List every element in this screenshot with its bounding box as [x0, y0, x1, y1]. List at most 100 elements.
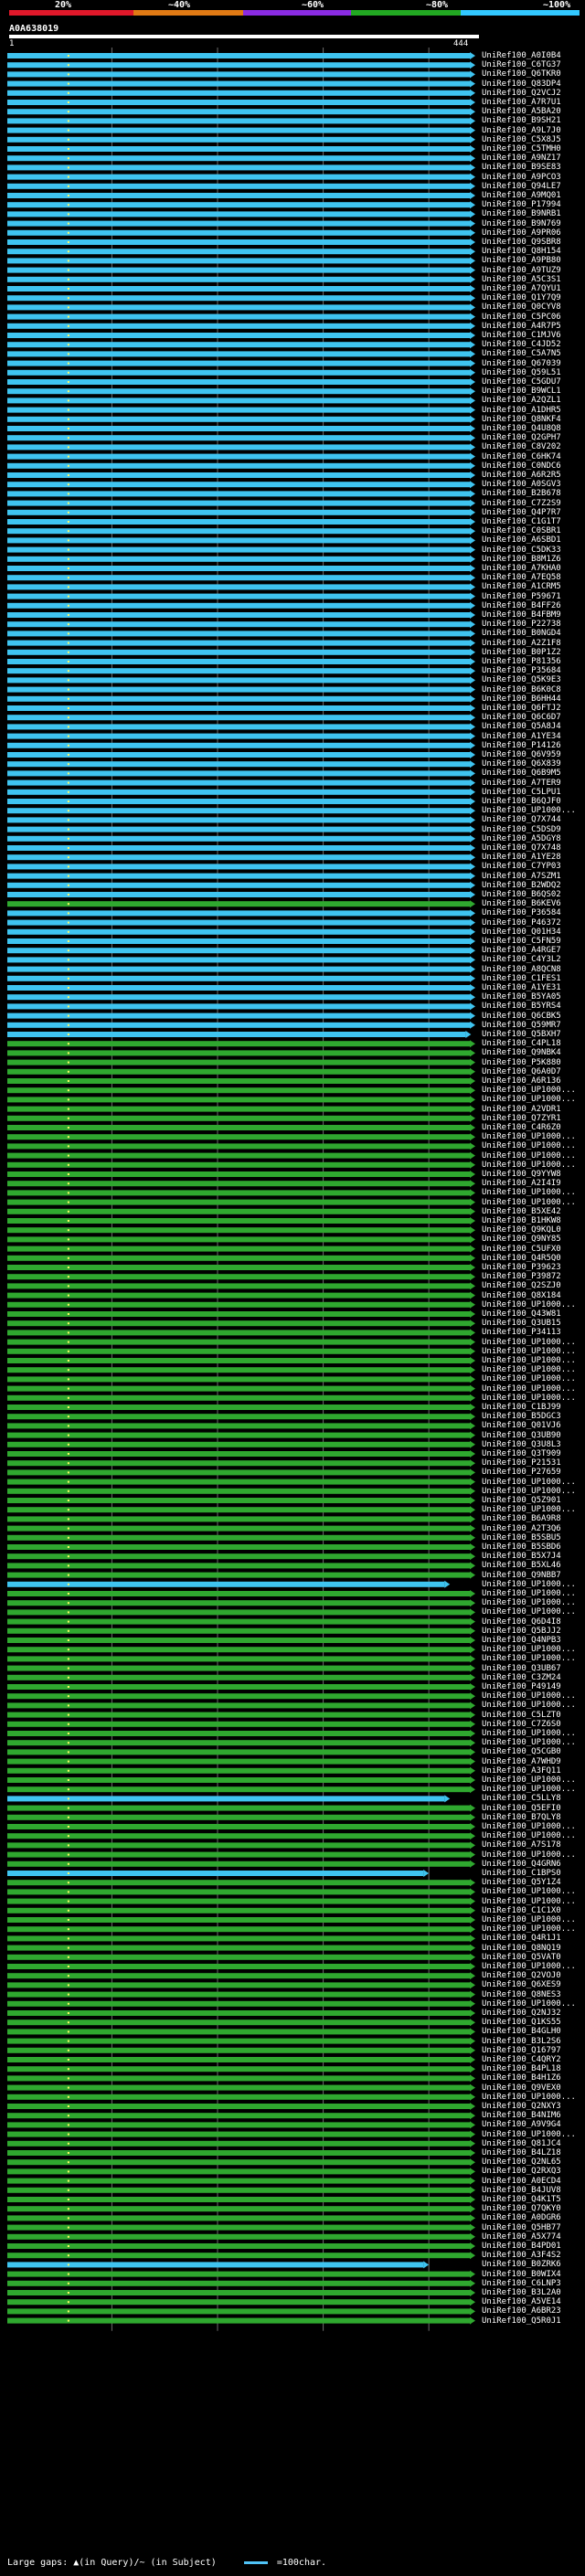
hit-bar[interactable]	[7, 1367, 470, 1373]
hit-bar[interactable]	[7, 1292, 470, 1299]
hit-label[interactable]: UniRef100_B4LZ18	[482, 2148, 561, 2157]
hit-label[interactable]: UniRef100_UP1000...	[482, 1589, 576, 1598]
hit-bar[interactable]	[7, 1301, 470, 1308]
hit-bar[interactable]	[7, 2000, 470, 2007]
hit-bar[interactable]	[7, 333, 470, 338]
hit-label[interactable]: UniRef100_C7Z2S9	[482, 499, 561, 508]
hit-label[interactable]: UniRef100_Q59MR7	[482, 1021, 561, 1030]
hit-bar[interactable]	[7, 882, 470, 888]
hit-bar[interactable]	[7, 369, 470, 376]
hit-bar[interactable]	[7, 1544, 470, 1550]
hit-bar[interactable]	[7, 267, 470, 273]
hit-label[interactable]: UniRef100_A6R2R5	[482, 471, 561, 480]
hit-label[interactable]: UniRef100_UP1000...	[482, 1198, 576, 1207]
hit-bar[interactable]	[7, 761, 470, 768]
hit-label[interactable]: UniRef100_C5UFX0	[482, 1245, 561, 1254]
hit-bar[interactable]	[7, 695, 470, 702]
hit-label[interactable]: UniRef100_Q5Y1Z4	[482, 1878, 561, 1887]
hit-label[interactable]: UniRef100_UP1000...	[482, 1598, 576, 1607]
hit-label[interactable]: UniRef100_Q7QKY0	[482, 2204, 561, 2213]
hit-bar[interactable]	[7, 1394, 470, 1401]
hit-bar[interactable]	[7, 1498, 470, 1503]
hit-label[interactable]: UniRef100_A7R7U1	[482, 98, 561, 107]
hit-bar[interactable]	[7, 1581, 445, 1587]
hit-label[interactable]: UniRef100_C1BJ99	[482, 1403, 561, 1412]
hit-bar[interactable]	[7, 817, 470, 823]
hit-bar[interactable]	[7, 1469, 470, 1476]
hit-label[interactable]: UniRef100_B9SE83	[482, 163, 561, 172]
hit-label[interactable]: UniRef100_P21531	[482, 1458, 561, 1468]
hit-label[interactable]: UniRef100_A5VE14	[482, 2297, 561, 2306]
hit-label[interactable]: UniRef100_Q2RXQ3	[482, 2167, 561, 2176]
hit-bar[interactable]	[7, 733, 470, 739]
hit-label[interactable]: UniRef100_Q9YYW8	[482, 1170, 561, 1179]
hit-bar[interactable]	[7, 109, 470, 115]
hit-bar[interactable]	[7, 1059, 470, 1065]
hit-label[interactable]: UniRef100_Q4U8Q8	[482, 424, 561, 433]
hit-label[interactable]: UniRef100_B8M1Z6	[482, 555, 561, 564]
hit-label[interactable]: UniRef100_Q7ZYR1	[482, 1114, 561, 1123]
hit-label[interactable]: UniRef100_Q4P7R7	[482, 508, 561, 517]
hit-label[interactable]: UniRef100_P22738	[482, 620, 561, 629]
hit-bar[interactable]	[7, 71, 470, 78]
hit-label[interactable]: UniRef100_C5LLY8	[482, 1794, 561, 1803]
hit-label[interactable]: UniRef100_Q6V959	[482, 750, 561, 759]
hit-bar[interactable]	[7, 491, 470, 497]
hit-bar[interactable]	[7, 1012, 470, 1019]
hit-bar[interactable]	[7, 1917, 470, 1923]
hit-label[interactable]: UniRef100_A7EQ58	[482, 573, 561, 582]
hit-bar[interactable]	[7, 435, 470, 441]
hit-label[interactable]: UniRef100_C4QRY2	[482, 2055, 561, 2064]
hit-label[interactable]: UniRef100_Q94LE7	[482, 182, 561, 191]
hit-label[interactable]: UniRef100_Q5R0J1	[482, 2316, 561, 2326]
hit-label[interactable]: UniRef100_B5XE42	[482, 1207, 561, 1216]
hit-bar[interactable]	[7, 127, 470, 133]
hit-label[interactable]: UniRef100_Q3UB15	[482, 1319, 561, 1328]
hit-label[interactable]: UniRef100_UP1000...	[482, 1505, 576, 1514]
hit-bar[interactable]	[7, 136, 470, 143]
hit-label[interactable]: UniRef100_UP1000...	[482, 1785, 576, 1794]
hit-bar[interactable]	[7, 892, 470, 897]
hit-bar[interactable]	[7, 528, 470, 535]
hit-label[interactable]: UniRef100_B1HKW8	[482, 1216, 561, 1225]
hit-bar[interactable]	[7, 482, 470, 488]
hit-label[interactable]: UniRef100_UP1000...	[482, 1151, 576, 1161]
hit-bar[interactable]	[7, 2075, 470, 2082]
hit-bar[interactable]	[7, 249, 470, 255]
hit-bar[interactable]	[7, 1208, 470, 1214]
hit-label[interactable]: UniRef100_A9PCO3	[482, 173, 561, 182]
hit-label[interactable]: UniRef100_Q1Y7Q9	[482, 293, 561, 302]
hit-bar[interactable]	[7, 1982, 470, 1988]
hit-bar[interactable]	[7, 1125, 470, 1130]
hit-bar[interactable]	[7, 1227, 470, 1234]
hit-bar[interactable]	[7, 239, 470, 245]
hit-bar[interactable]	[7, 649, 470, 655]
hit-bar[interactable]	[7, 1721, 470, 1727]
hit-label[interactable]: UniRef100_Q9NBB7	[482, 1571, 561, 1580]
hit-bar[interactable]	[7, 1115, 470, 1121]
hit-bar[interactable]	[7, 1488, 470, 1494]
hit-bar[interactable]	[7, 1935, 470, 1942]
hit-label[interactable]: UniRef100_Q9KQL0	[482, 1225, 561, 1235]
hit-bar[interactable]	[7, 1702, 470, 1709]
hit-bar[interactable]	[7, 2019, 470, 2026]
hit-bar[interactable]	[7, 770, 470, 777]
hit-bar[interactable]	[7, 2168, 470, 2175]
hit-bar[interactable]	[7, 715, 470, 721]
hit-bar[interactable]	[7, 360, 470, 366]
hit-bar[interactable]	[7, 2104, 470, 2109]
hit-bar[interactable]	[7, 789, 470, 795]
hit-bar[interactable]	[7, 1926, 470, 1933]
hit-label[interactable]: UniRef100_C5LZT0	[482, 1711, 561, 1720]
hit-bar[interactable]	[7, 1824, 470, 1829]
hit-bar[interactable]	[7, 1152, 470, 1159]
hit-label[interactable]: UniRef100_Q4R5Q0	[482, 1254, 561, 1263]
hit-bar[interactable]	[7, 1898, 470, 1904]
hit-label[interactable]: UniRef100_Q3UB90	[482, 1431, 561, 1440]
hit-bar[interactable]	[7, 1684, 470, 1690]
hit-bar[interactable]	[7, 472, 470, 478]
hit-bar[interactable]	[7, 1171, 470, 1177]
hit-label[interactable]: UniRef100_B9N769	[482, 219, 561, 228]
hit-label[interactable]: UniRef100_A9V9G4	[482, 2120, 561, 2129]
hit-label[interactable]: UniRef100_B5X7J4	[482, 1552, 561, 1561]
